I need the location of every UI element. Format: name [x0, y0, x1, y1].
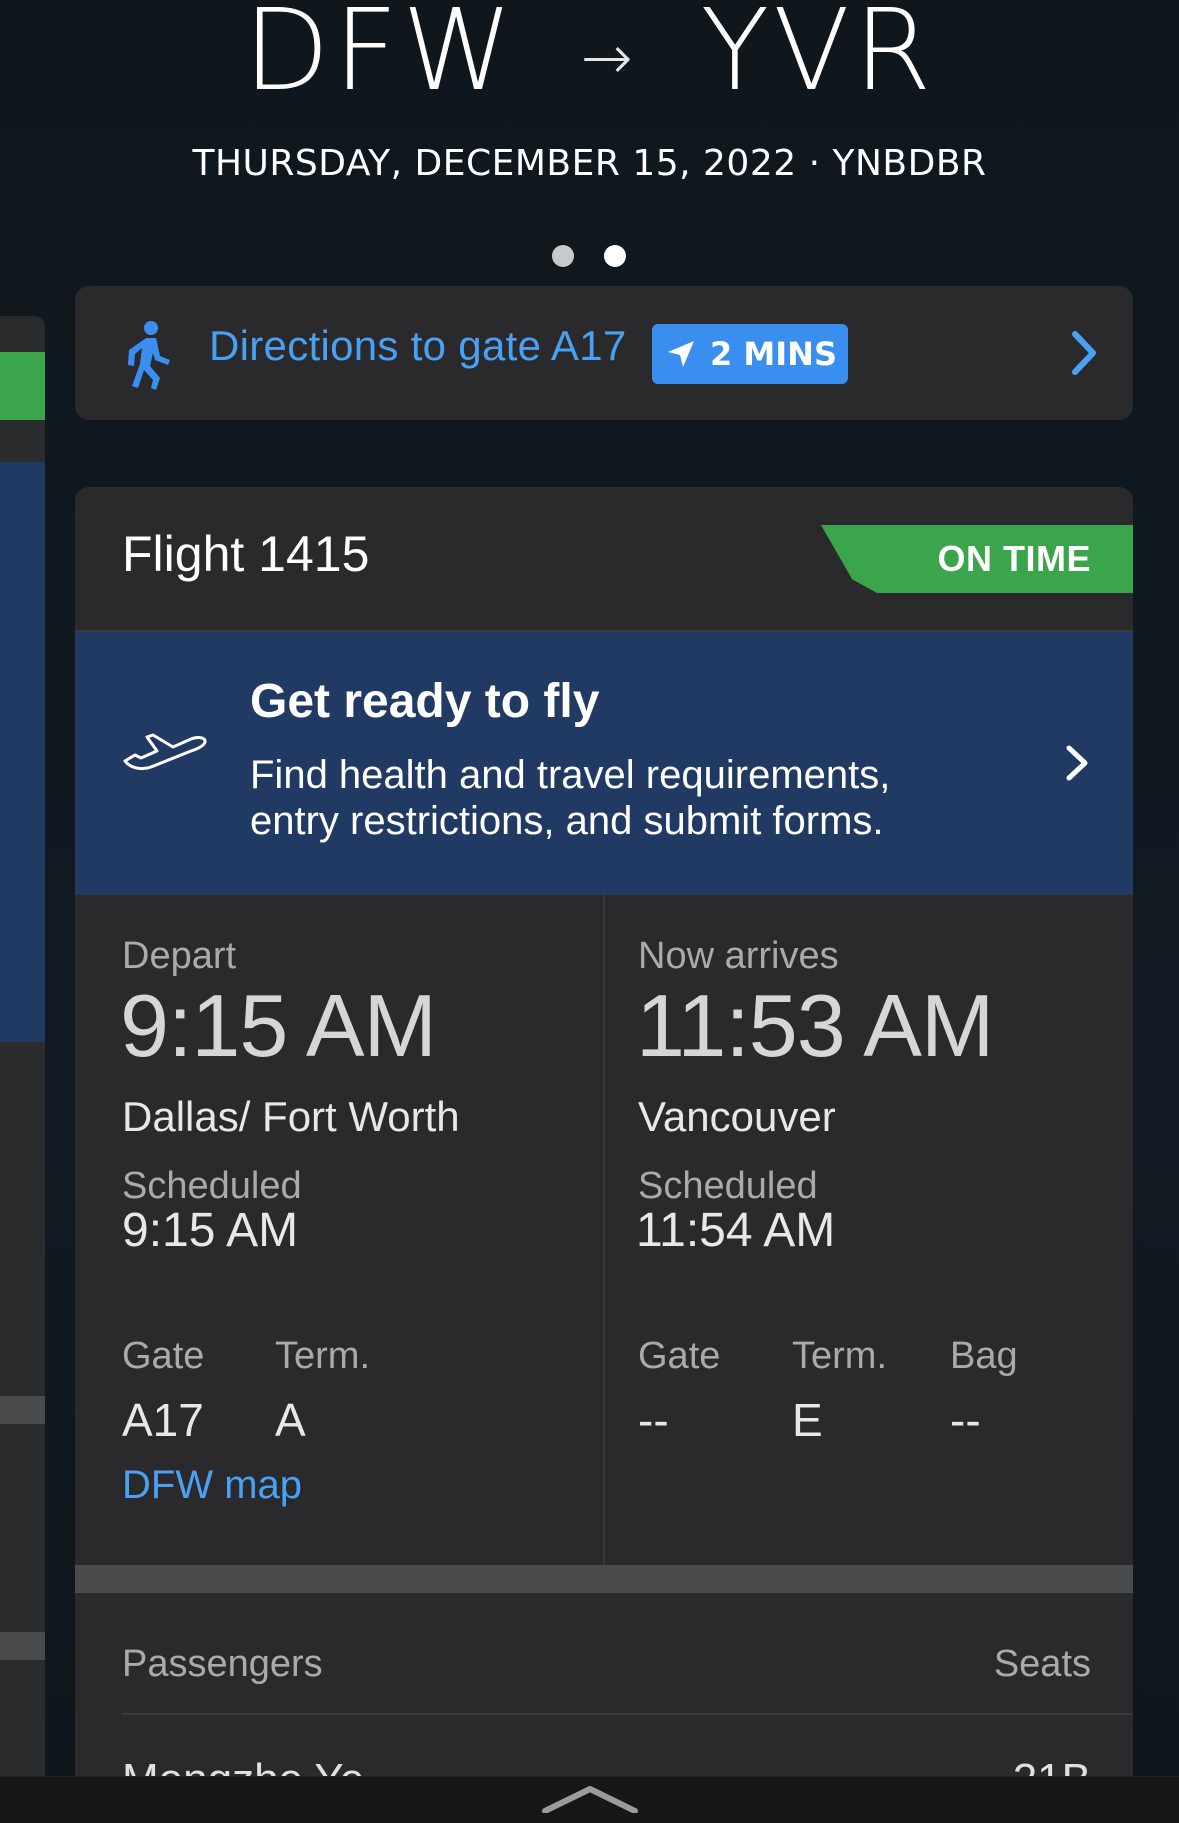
trip-date-confirmation: THURSDAY, DECEMBER 15, 2022 · YNBDBR: [192, 143, 987, 184]
origin-code: DFW: [243, 0, 517, 116]
directions-label: Directions to gate A17: [209, 322, 627, 369]
passengers-header: Passengers: [122, 1643, 323, 1685]
depart-label: Depart: [122, 935, 237, 977]
chevron-right-icon: [1072, 331, 1096, 375]
route-arrow-icon: →: [580, 20, 637, 94]
chevron-up-icon[interactable]: [541, 1783, 639, 1813]
dfw-map-link[interactable]: DFW map: [122, 1463, 302, 1508]
flight-card: Flight 1415 ON TIME Get ready to fly Fin…: [75, 487, 1133, 1823]
previous-card-peek[interactable]: [0, 316, 45, 1796]
depart-city: Dallas/ Fort Worth: [122, 1093, 460, 1140]
previous-card-divider: [0, 1632, 45, 1660]
trip-screen: DFW → YVR THURSDAY, DECEMBER 15, 2022 · …: [0, 0, 1179, 1823]
depart-gate-label: Gate: [122, 1335, 205, 1377]
ready-description: Find health and travel requirements, ent…: [250, 753, 891, 843]
walking-person-icon: [128, 321, 170, 390]
walk-time-text: 2 MINS: [710, 335, 837, 373]
route-header: DFW → YVR: [0, 0, 1179, 116]
walk-time-badge: 2 MINS: [652, 324, 848, 384]
passengers-divider: [122, 1713, 1133, 1715]
seats-header: Seats: [993, 1643, 1091, 1685]
page-indicator[interactable]: [552, 245, 626, 267]
previous-card-banner: [0, 462, 45, 1042]
bottom-sheet-handle[interactable]: [0, 1776, 1179, 1823]
arrive-gate-label: Gate: [638, 1335, 721, 1377]
directions-to-gate-button[interactable]: Directions to gate A17 2 MINS: [75, 286, 1133, 420]
ready-title: Get ready to fly: [250, 675, 600, 728]
flight-times: Depart 9:15 AM Dallas/ Fort Worth Schedu…: [75, 895, 1133, 1565]
depart-gate: A17: [122, 1394, 204, 1446]
depart-time: 9:15 AM: [120, 976, 437, 1075]
arrive-term: E: [792, 1394, 823, 1446]
depart-term: A: [275, 1394, 306, 1446]
destination-code: YVR: [700, 0, 936, 116]
depart-term-label: Term.: [275, 1335, 370, 1377]
departure-column: Depart 9:15 AM Dallas/ Fort Worth Schedu…: [75, 895, 605, 1565]
arrive-scheduled-label: Scheduled: [638, 1165, 818, 1207]
arrive-gate: --: [638, 1394, 669, 1446]
previous-card-divider: [0, 1396, 45, 1424]
arrive-term-label: Term.: [792, 1335, 887, 1377]
section-divider: [75, 1565, 1133, 1593]
arrive-city: Vancouver: [638, 1093, 836, 1140]
depart-scheduled-time: 9:15 AM: [122, 1204, 299, 1257]
airplane-takeoff-icon: [123, 733, 207, 771]
arrive-bag: --: [950, 1394, 981, 1446]
arrive-scheduled-time: 11:54 AM: [636, 1204, 836, 1257]
arrive-time: 11:53 AM: [636, 976, 994, 1075]
flight-number: Flight 1415: [122, 526, 370, 582]
status-text: ON TIME: [937, 538, 1091, 579]
chevron-right-icon: [1066, 745, 1088, 781]
page-dot-2[interactable]: [604, 245, 626, 267]
arrive-bag-label: Bag: [950, 1335, 1018, 1377]
arrival-column: Now arrives 11:53 AM Vancouver Scheduled…: [607, 895, 1133, 1565]
status-badge: ON TIME: [821, 525, 1133, 593]
location-arrow-icon: [668, 341, 694, 367]
page-dot-1[interactable]: [552, 245, 574, 267]
depart-scheduled-label: Scheduled: [122, 1165, 302, 1207]
previous-card-status-badge: [0, 352, 45, 420]
get-ready-to-fly-banner[interactable]: Get ready to fly Find health and travel …: [75, 632, 1133, 895]
flight-card-header: Flight 1415 ON TIME: [75, 487, 1133, 632]
arrive-label: Now arrives: [638, 935, 839, 977]
